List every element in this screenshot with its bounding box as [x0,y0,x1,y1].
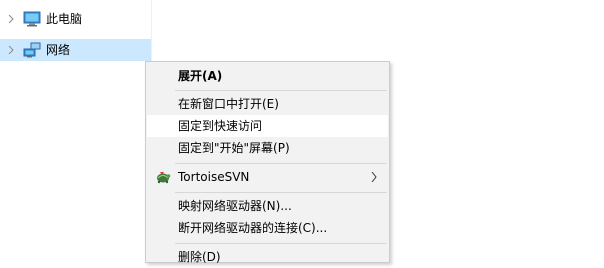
menu-item-pin-quick-access[interactable]: 固定到快速访问 [147,115,388,137]
menu-item-disconnect-network-drive[interactable]: 断开网络驱动器的连接(C)... [147,217,388,239]
computer-icon [23,11,41,27]
chevron-right-icon[interactable] [7,46,15,54]
menu-item-label: 展开(A) [178,69,223,83]
menu-item-expand[interactable]: 展开(A) [147,65,388,87]
menu-item-map-network-drive[interactable]: 映射网络驱动器(N)... [147,195,388,217]
menu-item-label: 删除(D) [178,250,221,264]
menu-item-label: 固定到快速访问 [178,119,263,133]
chevron-right-icon [371,172,377,182]
menu-separator [175,163,387,164]
menu-item-open-new-window[interactable]: 在新窗口中打开(E) [147,93,388,115]
menu-separator [175,243,387,244]
menu-item-delete[interactable]: 删除(D) [147,246,388,268]
menu-separator [175,192,387,193]
menu-item-label: 固定到"开始"屏幕(P) [178,141,290,155]
menu-item-label: 断开网络驱动器的连接(C)... [178,221,328,235]
menu-item-label: 映射网络驱动器(N)... [178,199,292,213]
nav-item-this-pc[interactable]: 此电脑 [0,8,151,30]
menu-item-label: 在新窗口中打开(E) [178,97,279,111]
nav-item-label: 网络 [46,43,71,57]
nav-item-label: 此电脑 [46,12,83,26]
navigation-pane: 此电脑 网络 [0,0,151,252]
network-icon [23,42,41,58]
menu-item-label: TortoiseSVN [178,170,250,184]
menu-separator [175,90,387,91]
menu-item-pin-start[interactable]: 固定到"开始"屏幕(P) [147,137,388,159]
nav-item-network[interactable]: 网络 [0,39,151,61]
context-menu: 展开(A) 在新窗口中打开(E) 固定到快速访问 固定到"开始"屏幕(P) To… [145,61,390,264]
chevron-right-icon[interactable] [7,15,15,23]
tortoisesvn-icon [157,172,171,184]
menu-item-tortoisesvn[interactable]: TortoiseSVN [147,166,388,188]
